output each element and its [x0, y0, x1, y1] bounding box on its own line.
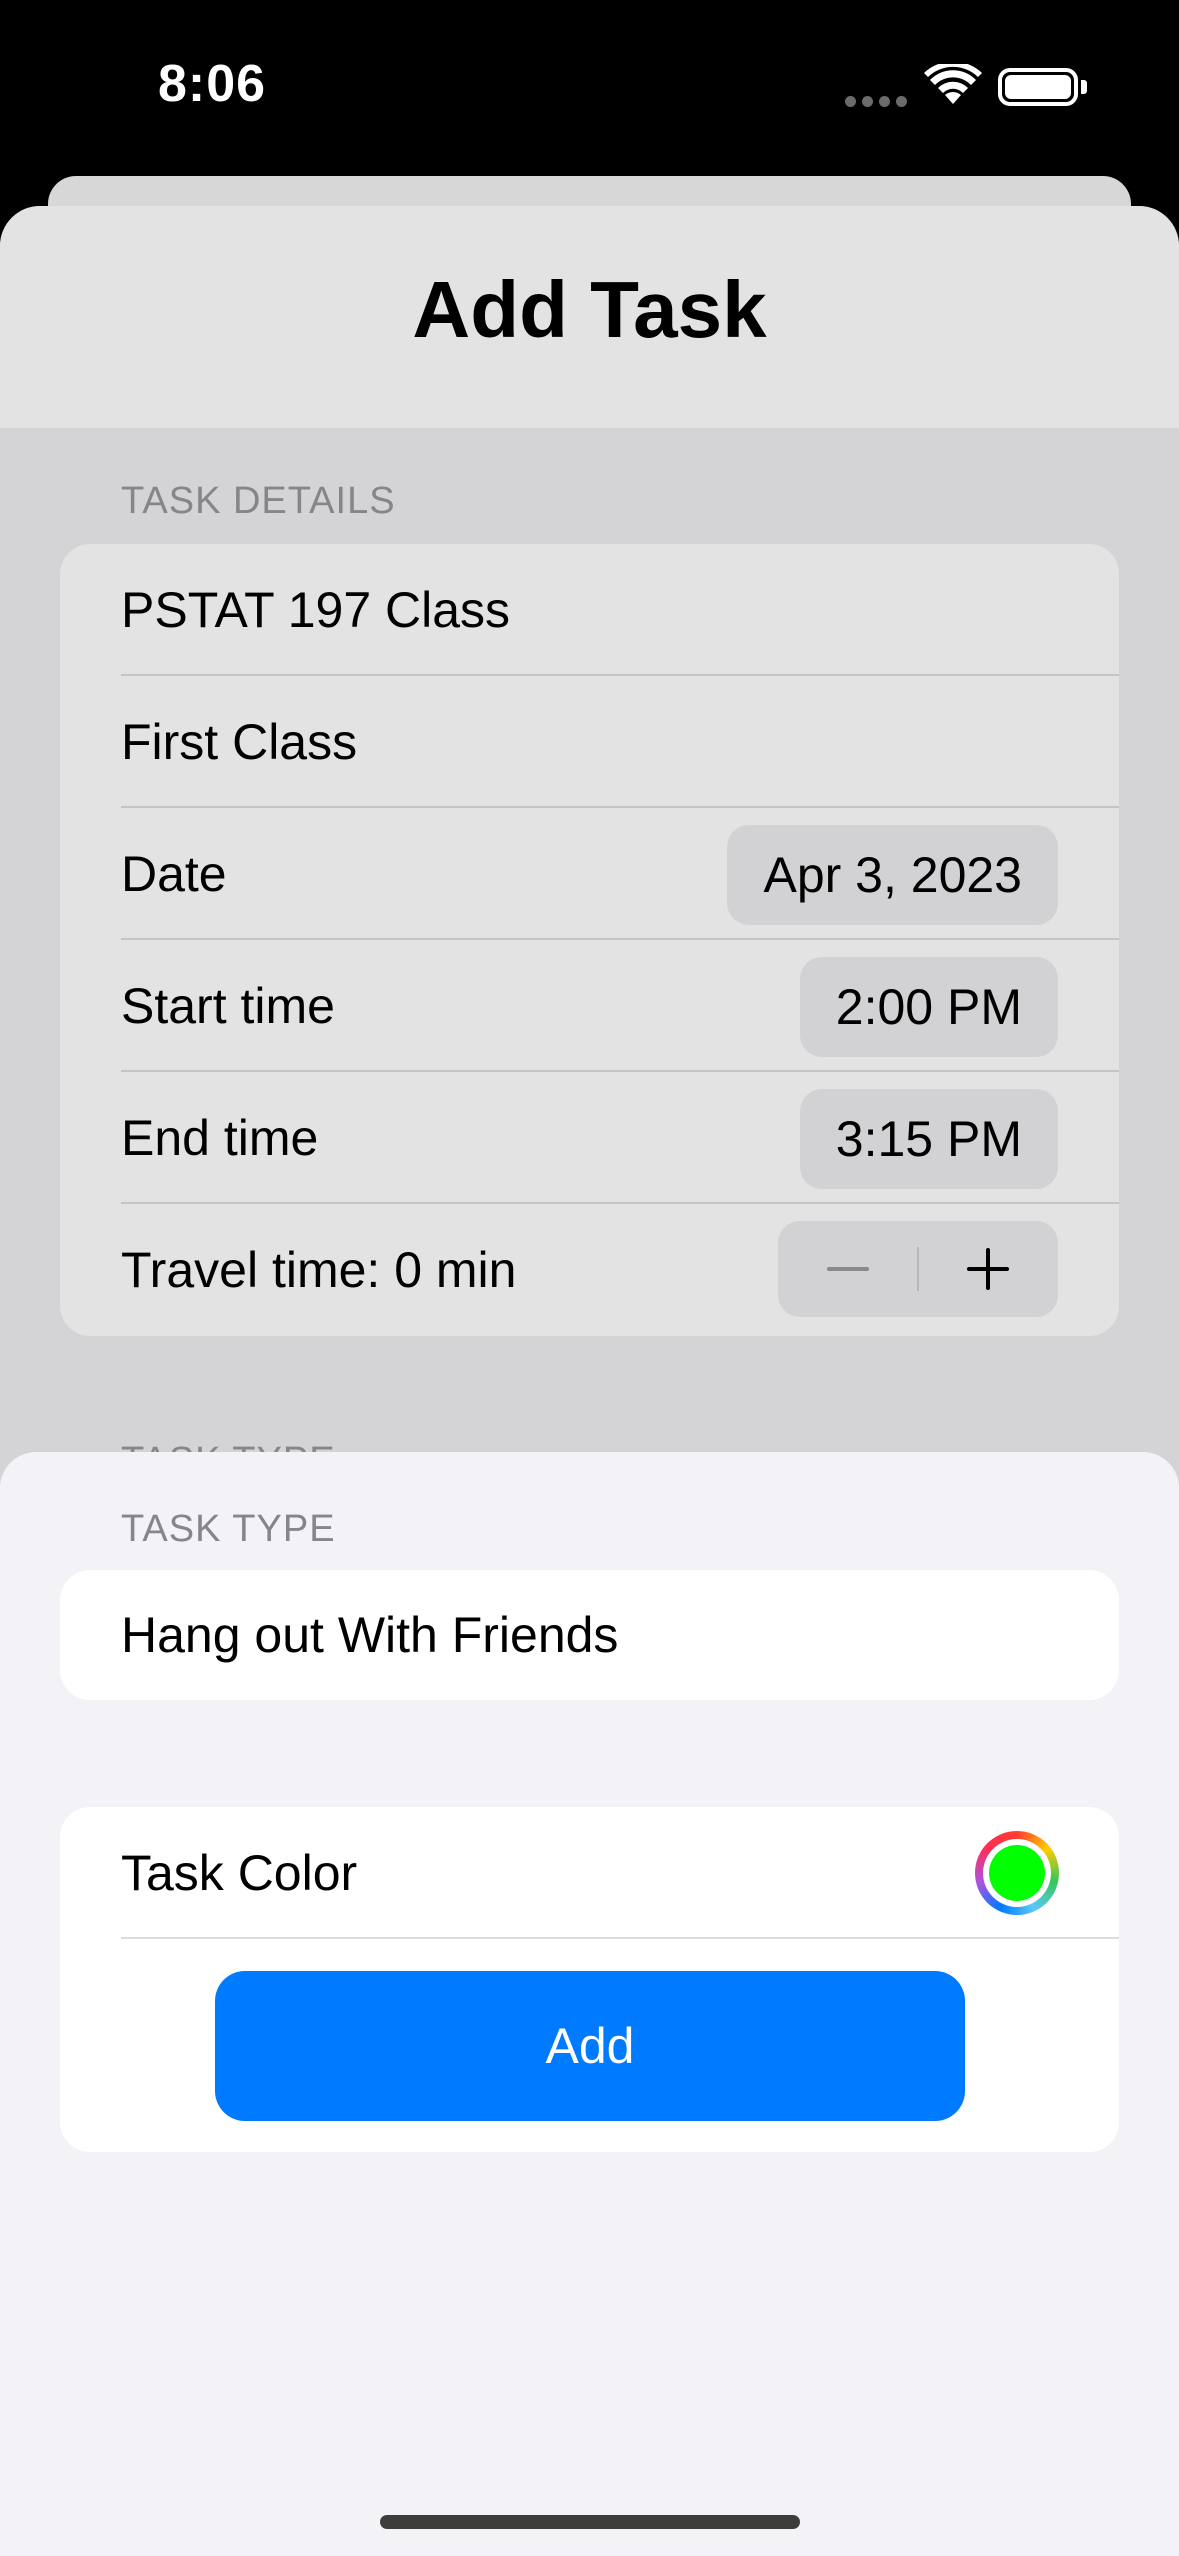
- task-title-field[interactable]: PSTAT 197 Class: [121, 544, 510, 676]
- task-color-label: Task Color: [121, 1845, 358, 1901]
- date-label: Date: [121, 846, 227, 902]
- end-time-picker[interactable]: 3:15 PM: [799, 1089, 1058, 1189]
- selected-color-swatch: [989, 1845, 1045, 1901]
- page-title: Add Task: [412, 265, 767, 354]
- task-type-sheet: TASK TYPE Hang out With Friends Task Col…: [0, 1452, 1179, 2556]
- task-notes-row[interactable]: First Class: [60, 676, 1119, 808]
- date-picker[interactable]: Apr 3, 2023: [727, 825, 1058, 925]
- task-color-row: Task Color: [60, 1807, 1119, 1939]
- task-type-value[interactable]: Hang out With Friends: [121, 1570, 618, 1700]
- wifi-icon: [924, 64, 982, 104]
- plus-icon[interactable]: [918, 1221, 1058, 1317]
- color-picker-well[interactable]: [975, 1831, 1059, 1915]
- travel-time-row: Travel time: 0 min: [60, 1204, 1119, 1336]
- start-time-label: Start time: [121, 978, 335, 1034]
- task-details-group: PSTAT 197 Class First Class Date Apr 3, …: [60, 544, 1119, 1336]
- travel-time-stepper[interactable]: [778, 1221, 1058, 1317]
- start-time-row: Start time 2:00 PM: [60, 940, 1119, 1072]
- add-button[interactable]: Add: [215, 1971, 965, 2121]
- start-time-picker[interactable]: 2:00 PM: [799, 957, 1058, 1057]
- home-indicator: [380, 2515, 800, 2529]
- minus-icon[interactable]: [778, 1221, 918, 1317]
- task-title-row[interactable]: PSTAT 197 Class: [60, 544, 1119, 676]
- battery-nub: [1081, 80, 1087, 94]
- status-time: 8:06: [158, 55, 267, 113]
- travel-time-label: Travel time: 0 min: [121, 1242, 517, 1298]
- task-details-header: TASK DETAILS: [121, 480, 396, 522]
- battery-icon: [998, 68, 1078, 106]
- status-bar: 8:06: [0, 0, 1179, 175]
- end-time-row: End time 3:15 PM: [60, 1072, 1119, 1204]
- row-divider: [121, 1937, 1119, 1939]
- task-type-header: TASK TYPE: [121, 1508, 336, 1550]
- navigation-bar: Add Task: [0, 206, 1179, 428]
- task-type-group: Hang out With Friends: [60, 1570, 1119, 1700]
- end-time-label: End time: [121, 1110, 319, 1166]
- task-color-group: Task Color Add: [60, 1807, 1119, 2152]
- task-type-row[interactable]: Hang out With Friends: [60, 1570, 1119, 1700]
- date-row: Date Apr 3, 2023: [60, 808, 1119, 940]
- task-notes-field[interactable]: First Class: [121, 676, 357, 808]
- cellular-signal-icon: [845, 96, 907, 107]
